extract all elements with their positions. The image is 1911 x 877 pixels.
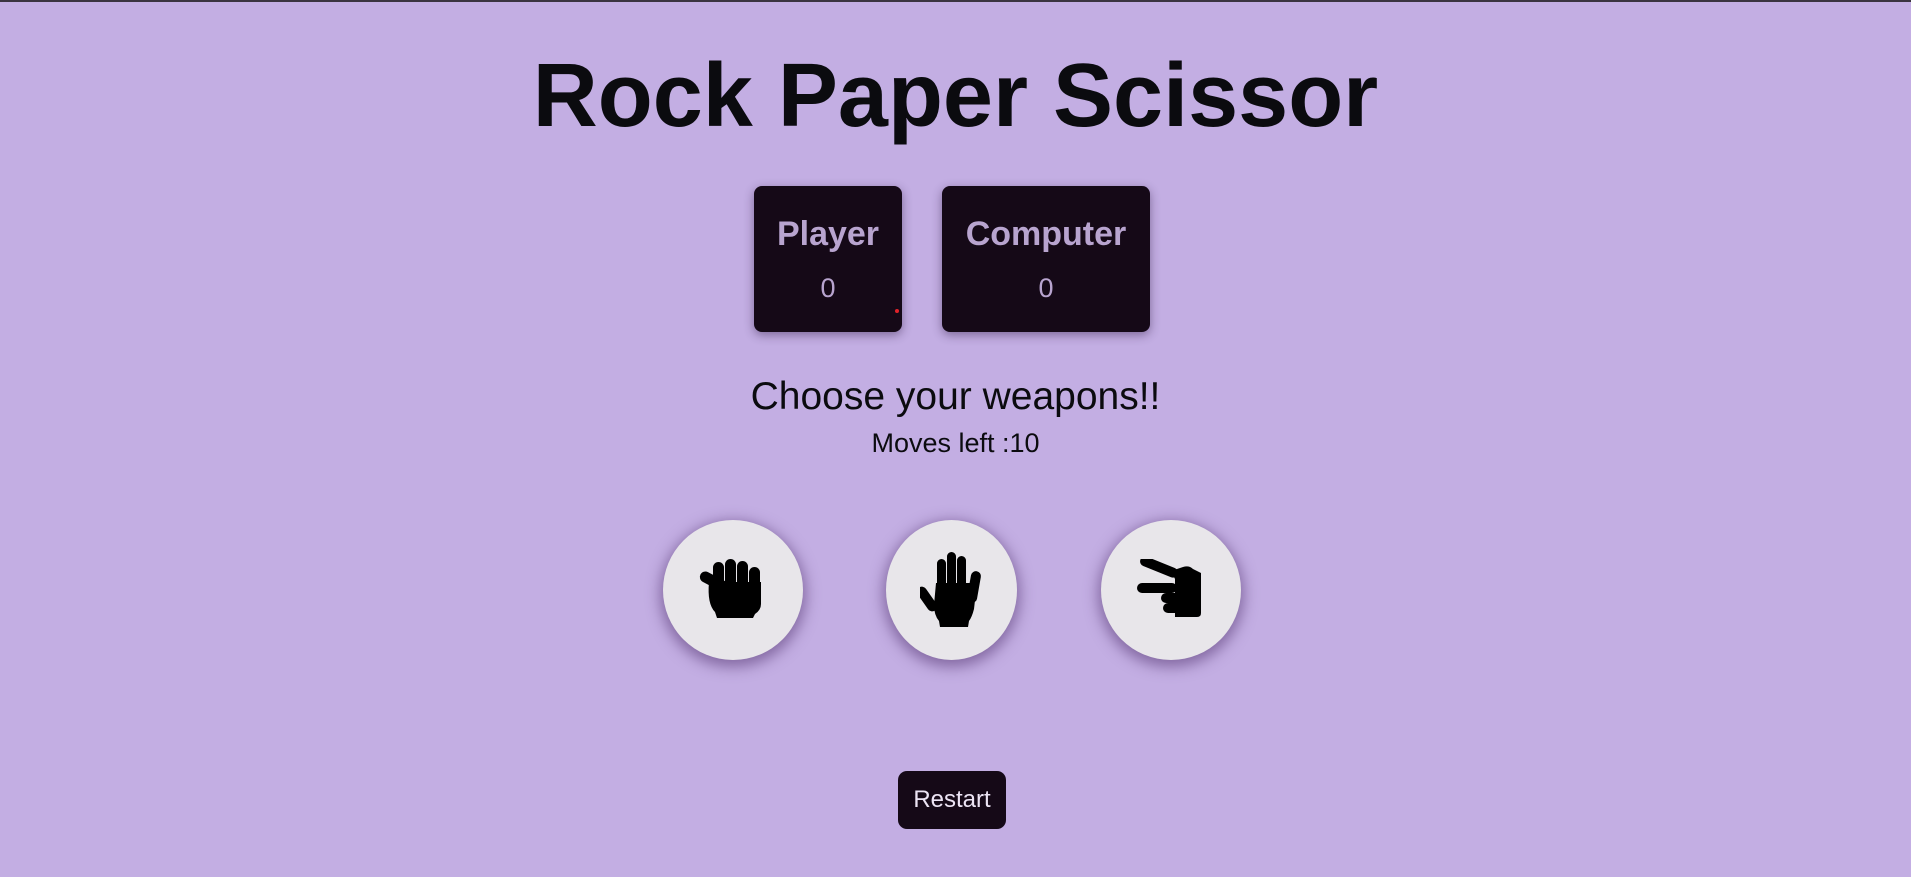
player-score: 0: [820, 273, 836, 303]
indicator-dot: [895, 309, 899, 313]
paper-button[interactable]: [886, 520, 1017, 660]
rock-button[interactable]: [663, 520, 803, 660]
page-title: Rock Paper Scissor: [532, 46, 1379, 146]
computer-score-card: Computer 0: [942, 186, 1150, 332]
computer-label: Computer: [965, 215, 1127, 253]
restart-button[interactable]: Restart: [898, 771, 1006, 829]
computer-score: 0: [1038, 273, 1054, 303]
hand-palm-icon: [919, 552, 981, 627]
player-score-card: Player 0: [754, 186, 902, 332]
status-message: Choose your weapons!!: [750, 375, 1161, 418]
scissors-button[interactable]: [1101, 520, 1241, 660]
hand-scissors-icon: [1137, 559, 1201, 617]
moves-left: Moves left :10: [871, 428, 1040, 458]
player-label: Player: [776, 215, 880, 253]
hand-fist-icon: [699, 559, 761, 618]
